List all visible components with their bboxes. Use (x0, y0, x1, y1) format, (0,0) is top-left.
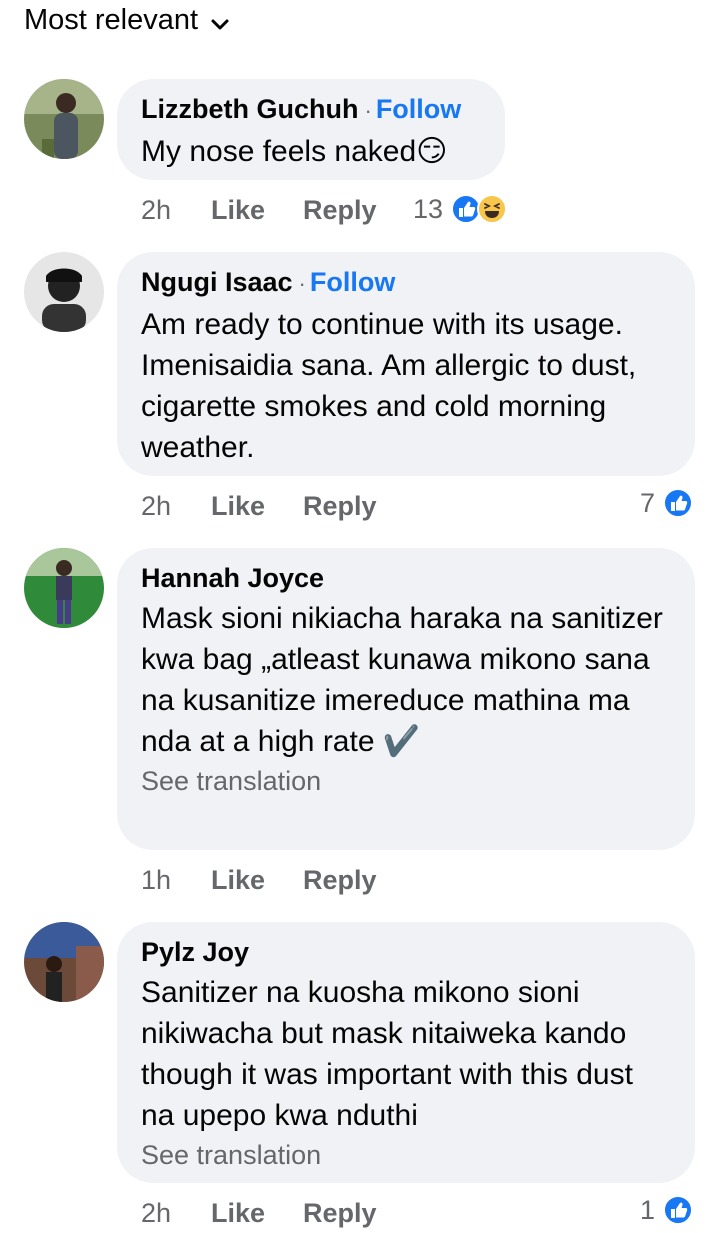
like-button[interactable]: Like (211, 195, 303, 226)
like-button[interactable]: Like (211, 491, 303, 522)
comment-time[interactable]: 2h (141, 195, 211, 226)
reaction-summary[interactable]: 13 (413, 189, 508, 229)
like-icon (663, 488, 694, 518)
like-button[interactable]: Like (211, 1198, 303, 1229)
like-icon (663, 1195, 694, 1225)
avatar[interactable] (24, 548, 104, 628)
see-translation-link[interactable]: See translation (141, 1138, 671, 1172)
comment-bubble: Hannah Joyce Mask sioni nikiacha haraka … (117, 548, 695, 850)
chevron-down-icon (210, 10, 230, 30)
comment-text: My nose feels naked😏 (141, 135, 448, 168)
reply-button[interactable]: Reply (303, 491, 377, 522)
haha-icon (477, 194, 508, 224)
comment-time[interactable]: 2h (141, 1198, 211, 1229)
comment-bubble: Lizzbeth Guchuh · Follow My nose feels nak… (117, 79, 505, 180)
reaction-summary[interactable]: 7 (640, 483, 694, 523)
see-translation-link[interactable]: See translation (141, 764, 671, 798)
avatar[interactable] (24, 252, 104, 332)
reply-button[interactable]: Reply (303, 865, 377, 896)
comment-bubble: Pylz Joy Sanitizer na kuosha mikono sion… (117, 922, 695, 1183)
comment-text: Sanitizer na kuosha mikono sioni nikiwac… (141, 976, 633, 1132)
comment-time[interactable]: 1h (141, 865, 211, 896)
reaction-summary[interactable]: 1 (640, 1190, 694, 1230)
sort-dropdown[interactable]: Most relevant (24, 0, 230, 40)
reaction-count: 13 (413, 193, 444, 224)
comment-author[interactable]: Pylz Joy (141, 937, 249, 967)
avatar[interactable] (24, 79, 104, 159)
like-button[interactable]: Like (211, 865, 303, 896)
separator-dot: · (364, 98, 372, 123)
reply-button[interactable]: Reply (303, 195, 377, 226)
reply-button[interactable]: Reply (303, 1198, 377, 1229)
reaction-count: 1 (640, 1194, 656, 1225)
avatar[interactable] (24, 922, 104, 1002)
comment-time[interactable]: 2h (141, 491, 211, 522)
comment-author[interactable]: Lizzbeth Guchuh (141, 94, 358, 124)
comment-actions: 1h Like Reply (141, 860, 377, 900)
comment-author[interactable]: Hannah Joyce (141, 563, 324, 593)
follow-button[interactable]: Follow (376, 94, 461, 124)
comment-actions: 2h Like Reply (141, 1193, 377, 1233)
sort-label: Most relevant (24, 3, 199, 36)
comment-text: Mask sioni nikiacha haraka na sanitizer … (141, 602, 663, 758)
separator-dot: · (298, 271, 306, 296)
comment-actions: 2h Like Reply (141, 190, 377, 230)
follow-button[interactable]: Follow (310, 267, 395, 297)
comment-bubble: Ngugi Isaac · Follow Am ready to continue … (117, 252, 695, 476)
comment-text: Am ready to continue with its usage. Ime… (141, 308, 637, 464)
reaction-count: 7 (640, 487, 656, 518)
comment-author[interactable]: Ngugi Isaac (141, 267, 293, 297)
comment-actions: 2h Like Reply (141, 486, 377, 526)
